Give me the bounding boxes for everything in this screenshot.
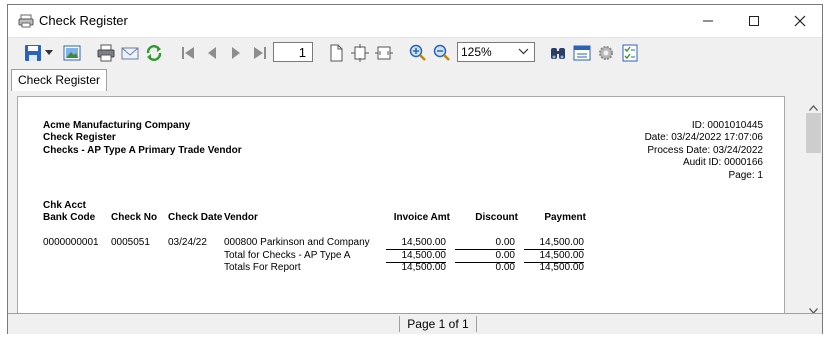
find-icon[interactable] [547, 42, 569, 64]
zoom-in-icon[interactable] [407, 42, 429, 64]
print-icon[interactable] [95, 42, 117, 64]
row-invoice-amt: 14,500.00 [386, 237, 446, 250]
tab-strip: Check Register [8, 67, 822, 92]
total-report-label: Totals For Report [224, 262, 301, 273]
export-image-icon[interactable] [61, 42, 83, 64]
status-bar: Page 1 of 1 [8, 313, 822, 334]
header-check-no: Check No [111, 212, 158, 223]
row-bank-code: 0000000001 [43, 237, 99, 248]
total-checks-label: Total for Checks - AP Type A [224, 250, 351, 261]
window-title: Check Register [39, 13, 128, 28]
previous-page-icon[interactable] [201, 42, 223, 64]
email-icon[interactable] [119, 42, 141, 64]
minimize-button[interactable] [685, 5, 731, 37]
vertical-scrollbar[interactable] [805, 93, 822, 314]
zoom-out-icon[interactable] [431, 42, 453, 64]
total-report-payment: 14,500.00 [539, 262, 585, 273]
row-check-date: 03/24/22 [168, 237, 207, 248]
page-label: Page: 1 [728, 170, 763, 181]
title-bar: Check Register [8, 5, 822, 37]
toolbar: 1 125% [8, 37, 822, 68]
chevron-down-icon [518, 46, 529, 60]
header-bank-code: Bank Code [43, 212, 96, 223]
report-viewer-window: Check Register 1 125% Check Register Acm… [7, 4, 823, 334]
report-title: Check Register [43, 132, 116, 143]
parameters-icon[interactable] [619, 42, 641, 64]
row-payment: 14,500.00 [524, 237, 584, 250]
report-subtitle: Checks - AP Type A Primary Trade Vendor [43, 145, 242, 156]
page-setup-icon[interactable] [571, 42, 593, 64]
first-page-icon[interactable] [177, 42, 199, 64]
tab-check-register[interactable]: Check Register [11, 69, 108, 91]
zoom-select[interactable]: 125% [457, 42, 535, 62]
report-viewport: Acme Manufacturing Company Check Registe… [8, 91, 822, 314]
header-vendor: Vendor [224, 212, 258, 223]
header-check-date: Check Date [168, 212, 223, 223]
row-check-no: 0005051 [111, 237, 150, 248]
settings-icon[interactable] [595, 42, 617, 64]
last-page-icon[interactable] [249, 42, 271, 64]
single-page-icon[interactable] [325, 42, 347, 64]
report-id: ID: 0001010445 [691, 120, 763, 131]
report-date: Date: 03/24/2022 17:07:06 [644, 132, 763, 143]
row-discount: 0.00 [455, 237, 515, 250]
process-date: Process Date: 03/24/2022 [647, 145, 763, 156]
close-button[interactable] [777, 5, 823, 37]
header-discount: Discount [475, 212, 518, 223]
refresh-icon[interactable] [143, 42, 165, 64]
total-report-invoice-amt: 14,500.00 [401, 262, 447, 273]
fit-page-icon[interactable] [349, 42, 371, 64]
printer-app-icon [18, 14, 34, 28]
next-page-icon[interactable] [225, 42, 247, 64]
save-icon[interactable] [22, 42, 44, 64]
audit-id: Audit ID: 0000166 [682, 157, 763, 168]
scrollbar-thumb[interactable] [806, 113, 821, 153]
total-report-discount: 0.00 [495, 262, 515, 273]
row-vendor: 000800 Parkinson and Company [224, 237, 370, 248]
header-chk-acct: Chk Acct [43, 200, 86, 211]
report-page: Acme Manufacturing Company Check Registe… [17, 96, 785, 314]
save-dropdown-icon[interactable] [44, 42, 54, 64]
fit-width-icon[interactable] [373, 42, 395, 64]
header-invoice-amt: Invoice Amt [393, 212, 450, 223]
page-status: Page 1 of 1 [399, 316, 477, 332]
maximize-button[interactable] [731, 5, 777, 37]
page-number-input[interactable]: 1 [273, 42, 313, 62]
company-name: Acme Manufacturing Company [43, 120, 191, 131]
zoom-value: 125% [461, 45, 492, 59]
header-payment: Payment [544, 212, 586, 223]
